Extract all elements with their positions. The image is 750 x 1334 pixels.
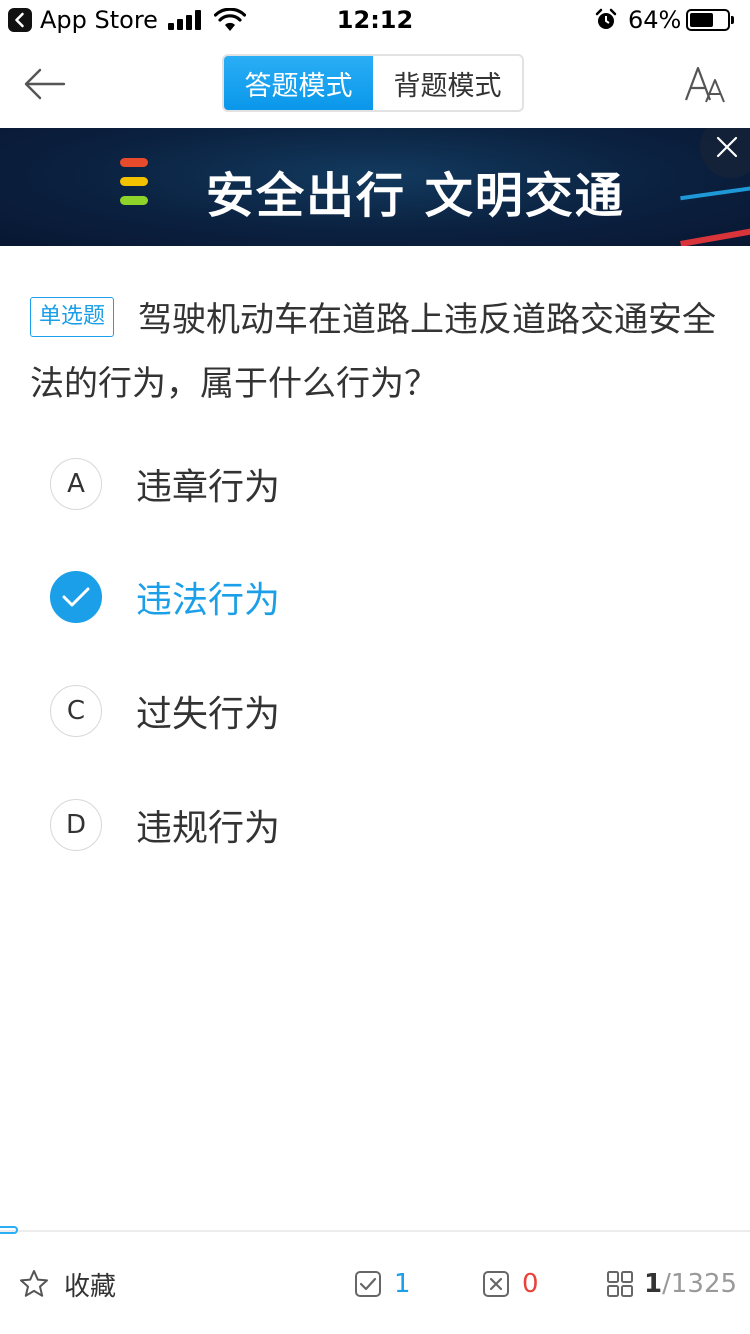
traffic-light-yellow — [120, 177, 148, 186]
option-b[interactable]: 违法行为 — [50, 569, 690, 625]
progress-indicator — [0, 1226, 18, 1234]
font-size-icon[interactable] — [684, 62, 730, 106]
question-index-button[interactable]: 1/1325 — [606, 1234, 737, 1334]
tab-recite-mode[interactable]: 背题模式 — [373, 56, 522, 110]
banner-streak — [680, 227, 750, 246]
bottom-bar: 收藏 1 0 1/1325 — [0, 1234, 750, 1334]
option-letter: A — [67, 469, 85, 499]
check-icon — [62, 587, 90, 607]
star-icon — [20, 1270, 48, 1297]
option-letter-circle: D — [50, 799, 102, 851]
traffic-light-red — [120, 158, 148, 167]
close-banner-button[interactable] — [700, 128, 750, 178]
option-text: 违章行为 — [136, 467, 281, 508]
x-box-icon — [483, 1271, 509, 1297]
option-a[interactable]: A 违章行为 — [50, 456, 690, 512]
battery-percent: 64% — [628, 6, 682, 34]
divider — [0, 1230, 750, 1232]
correct-count: 1 — [394, 1269, 411, 1299]
close-icon — [716, 136, 738, 158]
option-letter-circle: A — [50, 458, 102, 510]
option-letter: D — [65, 810, 87, 840]
option-c[interactable]: C 过失行为 — [50, 683, 690, 739]
tab-answer-mode[interactable]: 答题模式 — [224, 56, 373, 110]
favorite-label: 收藏 — [64, 1271, 117, 1302]
wrong-count: 0 — [522, 1269, 539, 1299]
alarm-icon — [595, 8, 617, 29]
status-bar: App Store 12:12 64% — [0, 0, 750, 40]
option-text: 违规行为 — [136, 808, 281, 849]
grid-icon — [607, 1271, 633, 1297]
option-letter-circle: C — [50, 685, 102, 737]
option-selected-circle — [50, 571, 102, 623]
question-type-badge: 单选题 — [30, 297, 115, 337]
banner-text: 安全出行 文明交通 — [206, 168, 625, 224]
favorite-button[interactable]: 收藏 — [18, 1234, 116, 1334]
battery-fill — [690, 13, 713, 27]
total-count: /1325 — [662, 1269, 738, 1299]
option-text: 违法行为 — [136, 580, 281, 621]
check-box-icon — [355, 1271, 381, 1297]
option-text: 过失行为 — [136, 694, 281, 735]
arrow-left-icon[interactable] — [20, 62, 68, 106]
ad-banner[interactable]: 安全出行 文明交通 — [0, 128, 750, 246]
mode-switch: 答题模式 背题模式 — [222, 54, 524, 112]
battery-icon — [686, 9, 734, 31]
question-text: 驾驶机动车在道路上违反道路交通安全法的行为，属于什么行为？ — [30, 300, 717, 404]
wrong-count-button[interactable]: 0 — [482, 1234, 539, 1334]
correct-count-button[interactable]: 1 — [354, 1234, 411, 1334]
traffic-light-green — [120, 196, 148, 205]
current-index: 1 — [644, 1269, 663, 1299]
option-d[interactable]: D 违规行为 — [50, 797, 690, 853]
banner-streak — [680, 183, 750, 201]
traffic-light-icon — [120, 158, 148, 215]
nav-bar: 答题模式 背题模式 — [0, 40, 750, 128]
option-letter: C — [66, 696, 86, 726]
question: 单选题 驾驶机动车在道路上违反道路交通安全法的行为，属于什么行为？ — [30, 288, 720, 416]
battery-nub — [731, 16, 734, 24]
